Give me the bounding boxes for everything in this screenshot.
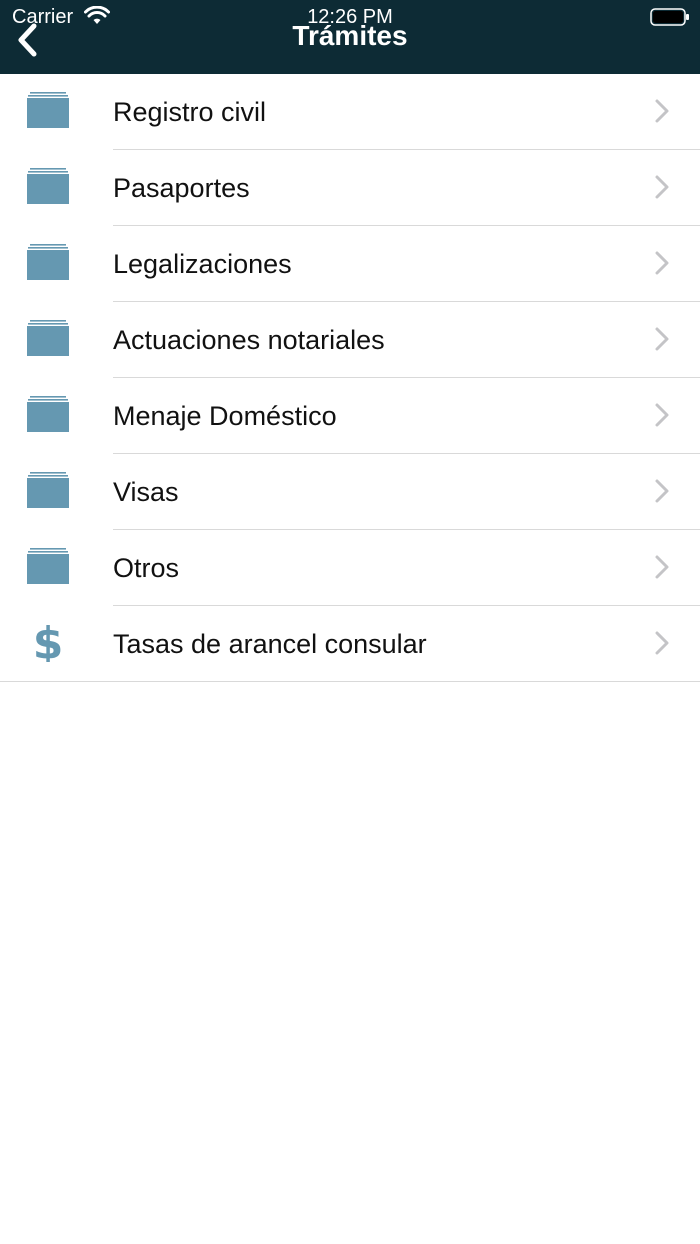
chevron-right-icon	[655, 479, 669, 503]
list-item-label: Tasas de arancel consular	[113, 629, 427, 659]
folder-icon	[27, 396, 69, 432]
back-button[interactable]	[8, 20, 48, 60]
folder-icon	[27, 244, 69, 280]
chevron-right-icon	[655, 175, 669, 199]
folder-icon	[27, 472, 69, 508]
battery-icon	[650, 8, 689, 26]
dollar-icon: $	[33, 622, 64, 662]
chevron-left-icon	[18, 23, 37, 57]
list-item-label: Menaje Doméstico	[113, 401, 337, 431]
list-item-label: Registro civil	[113, 97, 267, 127]
chevron-right-icon	[655, 555, 669, 579]
chevron-right-icon	[655, 327, 669, 351]
procedures-list: Registro civil Pasaportes Legalizaciones	[0, 74, 700, 682]
chevron-right-icon	[655, 251, 669, 275]
list-item-menaje-domestico[interactable]: Menaje Doméstico	[0, 378, 700, 454]
status-time: 12:26 PM	[307, 6, 393, 28]
folder-icon	[27, 92, 69, 128]
list-item-actuaciones-notariales[interactable]: Actuaciones notariales	[0, 302, 700, 378]
list-item-legalizaciones[interactable]: Legalizaciones	[0, 226, 700, 302]
svg-text:$: $	[33, 622, 64, 662]
list-item-label: Otros	[113, 553, 180, 583]
list-item-label: Visas	[113, 477, 179, 507]
list-item-registro-civil[interactable]: Registro civil	[0, 74, 700, 150]
chevron-right-icon	[655, 403, 669, 427]
chevron-right-icon	[655, 99, 669, 123]
folder-icon	[27, 548, 69, 584]
list-item-pasaportes[interactable]: Pasaportes	[0, 150, 700, 226]
chevron-right-icon	[655, 631, 669, 655]
folder-icon	[27, 168, 69, 204]
folder-icon	[27, 320, 69, 356]
list-item-visas[interactable]: Visas	[0, 454, 700, 530]
list-item-otros[interactable]: Otros	[0, 530, 700, 606]
list-item-label: Pasaportes	[113, 173, 250, 203]
navigation-bar: Carrier 12:26 PM Trámites	[0, 0, 700, 74]
list-item-tasas-arancel-consular[interactable]: $ Tasas de arancel consular	[0, 606, 700, 682]
list-item-label: Actuaciones notariales	[113, 325, 385, 355]
list-item-label: Legalizaciones	[113, 249, 292, 279]
row-divider	[0, 681, 700, 682]
